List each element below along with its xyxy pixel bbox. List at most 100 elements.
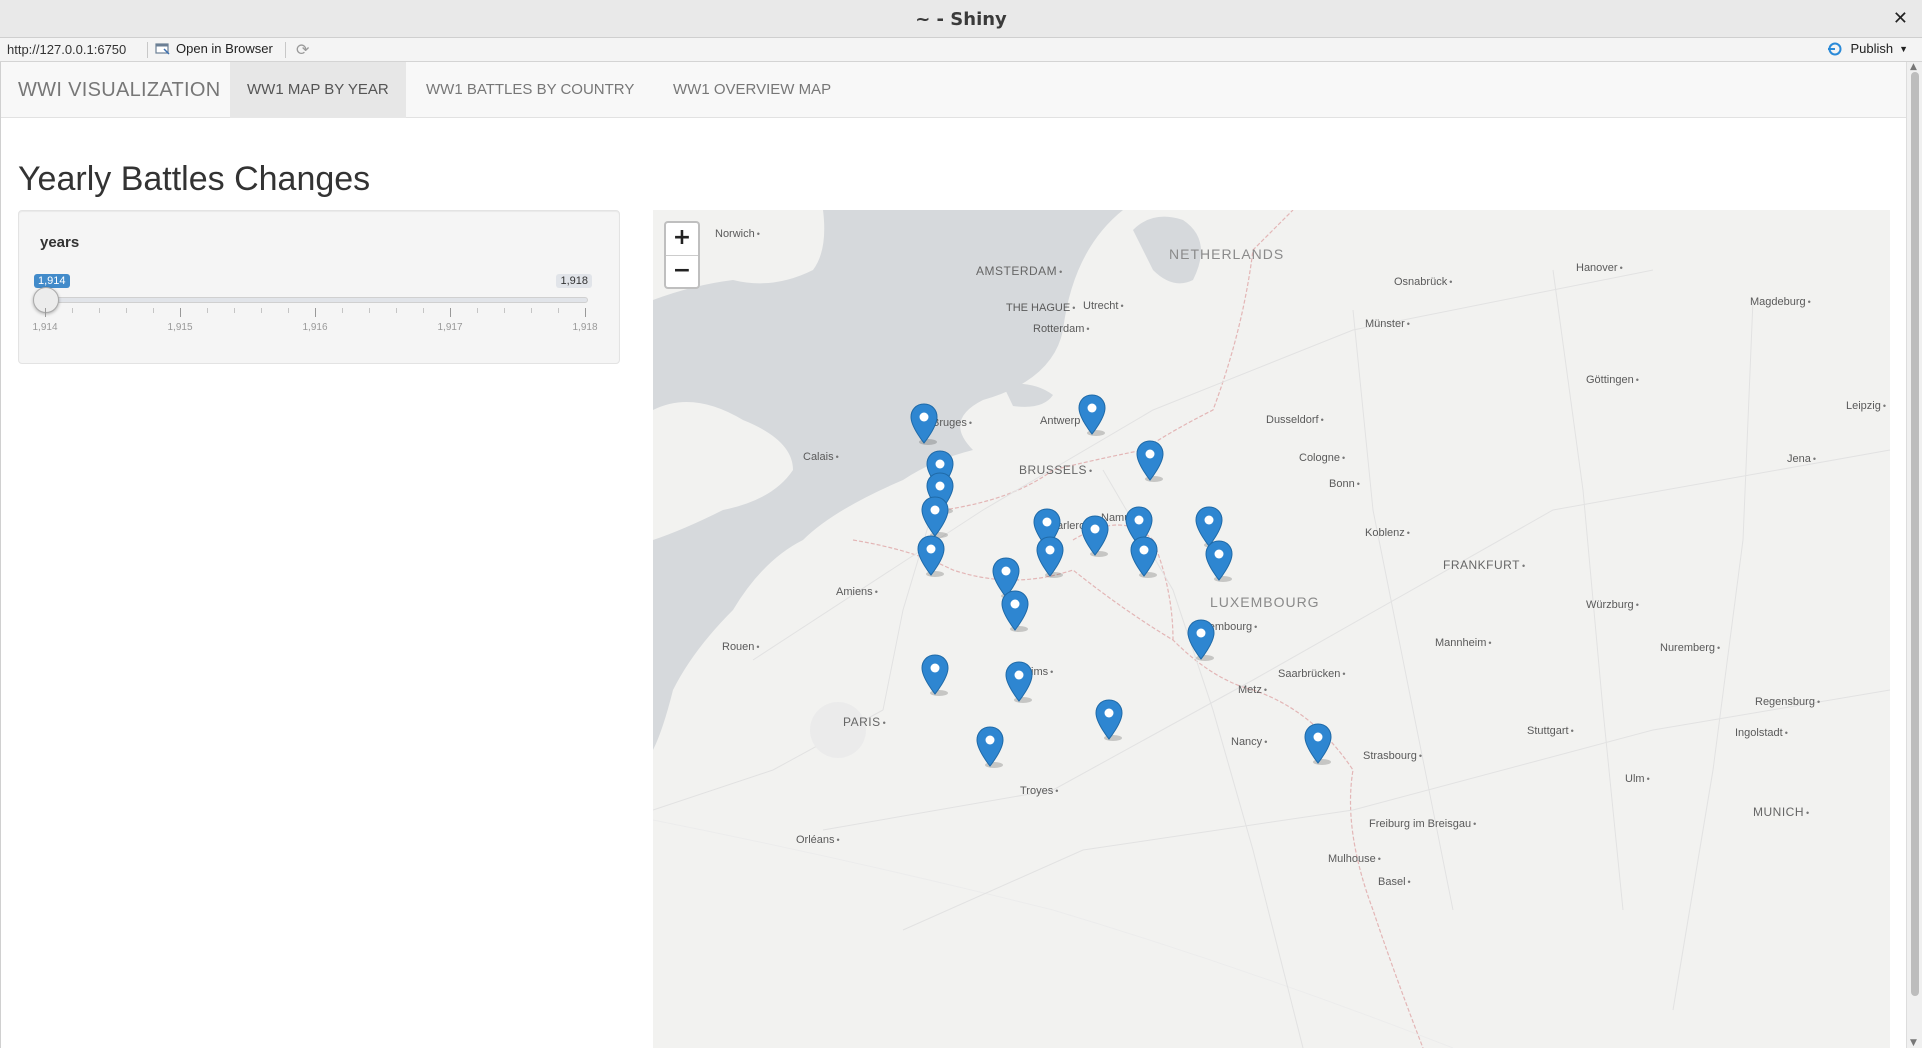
map-label: Saarbrücken	[1278, 668, 1346, 680]
map-label: MUNICH	[1753, 805, 1810, 819]
toolbar-divider	[285, 42, 286, 58]
navbar-brand[interactable]: WWI VISUALIZATION	[18, 79, 221, 102]
map-label: Hanover	[1576, 262, 1623, 274]
map-pin-icon	[1001, 590, 1029, 632]
slider-tick	[261, 308, 262, 313]
refresh-icon[interactable]: ⟳	[296, 40, 309, 59]
map-label: Amiens	[836, 586, 878, 598]
map-pin-icon	[1130, 536, 1158, 578]
map-label: AMSTERDAM	[976, 264, 1063, 278]
battle-marker[interactable]	[1204, 540, 1234, 582]
map-label: Mulhouse	[1328, 853, 1381, 865]
battle-marker[interactable]	[920, 654, 950, 696]
tab-ww1-map-by-year[interactable]: WW1 MAP BY YEAR	[230, 62, 406, 118]
slider-tick	[99, 308, 100, 313]
scrollbar-thumb[interactable]	[1911, 72, 1919, 996]
map-label: Münster	[1365, 318, 1410, 330]
map-pin-icon	[1304, 723, 1332, 765]
chevron-down-icon: ▼	[1899, 43, 1908, 54]
battle-marker[interactable]	[1080, 515, 1110, 557]
battle-marker[interactable]	[916, 535, 946, 577]
publish-icon	[1828, 42, 1842, 55]
battle-marker[interactable]	[1186, 619, 1216, 661]
slider-tick	[315, 308, 316, 317]
battle-map[interactable]: Norwich AMSTERDAM NETHERLANDS THE HAGUE …	[653, 210, 1890, 1048]
slider-tick	[477, 308, 478, 313]
slider-tick	[531, 308, 532, 313]
viewer-toolbar: http://127.0.0.1:6750 Open in Browser ⟳ …	[0, 38, 1922, 62]
tab-ww1-overview-map[interactable]: WW1 OVERVIEW MAP	[656, 62, 848, 118]
map-label: Magdeburg	[1750, 296, 1811, 308]
map-pin-icon	[1205, 540, 1233, 582]
slider-tick	[72, 308, 73, 313]
years-slider[interactable]: 1,914 1,918 1,914 1,915 1,916 1,917 1,918	[32, 274, 600, 364]
zoom-control: + −	[664, 221, 700, 289]
battle-marker[interactable]	[1135, 440, 1165, 482]
map-label: Jena	[1787, 453, 1816, 465]
map-label: Utrecht	[1083, 300, 1124, 312]
map-label: Troyes	[1020, 785, 1058, 797]
battle-marker[interactable]	[1000, 590, 1030, 632]
map-label: BRUSSELS	[1019, 463, 1093, 477]
scroll-up-icon[interactable]: ▲	[1910, 62, 1917, 72]
slider-track[interactable]	[43, 297, 588, 303]
map-label: Würzburg	[1586, 599, 1639, 611]
slider-tick	[396, 308, 397, 313]
battle-marker[interactable]	[1303, 723, 1333, 765]
map-label: Orléans	[796, 834, 840, 846]
map-pin-icon	[1136, 440, 1164, 482]
battle-marker[interactable]	[909, 403, 939, 445]
open-in-browser-button[interactable]: Open in Browser	[155, 41, 273, 56]
battle-marker[interactable]	[975, 726, 1005, 768]
browser-window-icon	[155, 43, 170, 55]
battle-marker[interactable]	[920, 496, 950, 538]
map-label: Ulm	[1625, 773, 1650, 785]
battle-marker[interactable]	[1035, 536, 1065, 578]
map-pin-icon	[921, 654, 949, 696]
years-label: years	[40, 234, 80, 251]
battle-marker[interactable]	[1004, 661, 1034, 703]
map-label: Bonn	[1329, 478, 1360, 490]
slider-tick	[45, 308, 46, 317]
slider-tick	[342, 308, 343, 313]
slider-to-value: 1,918	[556, 274, 592, 288]
map-pin-icon	[976, 726, 1004, 768]
publish-button[interactable]: Publish ▼	[1826, 41, 1908, 56]
map-label: Ingolstadt	[1735, 727, 1788, 739]
map-label: Rouen	[722, 641, 760, 653]
map-pin-icon	[917, 535, 945, 577]
map-label: Mannheim	[1435, 637, 1492, 649]
map-label: Calais	[803, 451, 839, 463]
scroll-down-icon[interactable]: ▼	[1910, 1038, 1917, 1048]
zoom-in-button[interactable]: +	[666, 223, 698, 255]
map-label: Norwich	[715, 228, 760, 240]
slider-tick-label: 1,915	[167, 322, 193, 333]
slider-tick	[288, 308, 289, 313]
page-title: Yearly Battles Changes	[18, 160, 371, 198]
slider-tick	[126, 308, 127, 313]
map-label: Stuttgart	[1527, 725, 1574, 737]
map-label: Cologne	[1299, 452, 1345, 464]
battle-marker[interactable]	[1129, 536, 1159, 578]
map-label: Regensburg	[1755, 696, 1820, 708]
open-in-browser-label: Open in Browser	[176, 41, 273, 56]
map-label: Rotterdam	[1033, 323, 1090, 335]
battle-marker[interactable]	[1094, 699, 1124, 741]
map-pin-icon	[1036, 536, 1064, 578]
map-label: Strasbourg	[1363, 750, 1422, 762]
page-scrollbar[interactable]: ▲ ▼	[1906, 62, 1922, 1048]
slider-tick	[558, 308, 559, 313]
slider-tick-label: 1,914	[32, 322, 58, 333]
toolbar-divider	[147, 42, 148, 58]
slider-tick-label: 1,917	[437, 322, 463, 333]
map-label: Koblenz	[1365, 527, 1410, 539]
map-pin-icon	[1187, 619, 1215, 661]
slider-tick	[180, 308, 181, 317]
close-icon[interactable]: ✕	[1893, 8, 1908, 29]
slider-tick	[207, 308, 208, 313]
navbar: WWI VISUALIZATION WW1 MAP BY YEAR WW1 BA…	[1, 62, 1906, 118]
zoom-out-button[interactable]: −	[666, 255, 698, 287]
tab-ww1-battles-by-country[interactable]: WW1 BATTLES BY COUNTRY	[409, 62, 651, 118]
battle-marker[interactable]	[1077, 394, 1107, 436]
url-display: http://127.0.0.1:6750	[7, 42, 127, 57]
